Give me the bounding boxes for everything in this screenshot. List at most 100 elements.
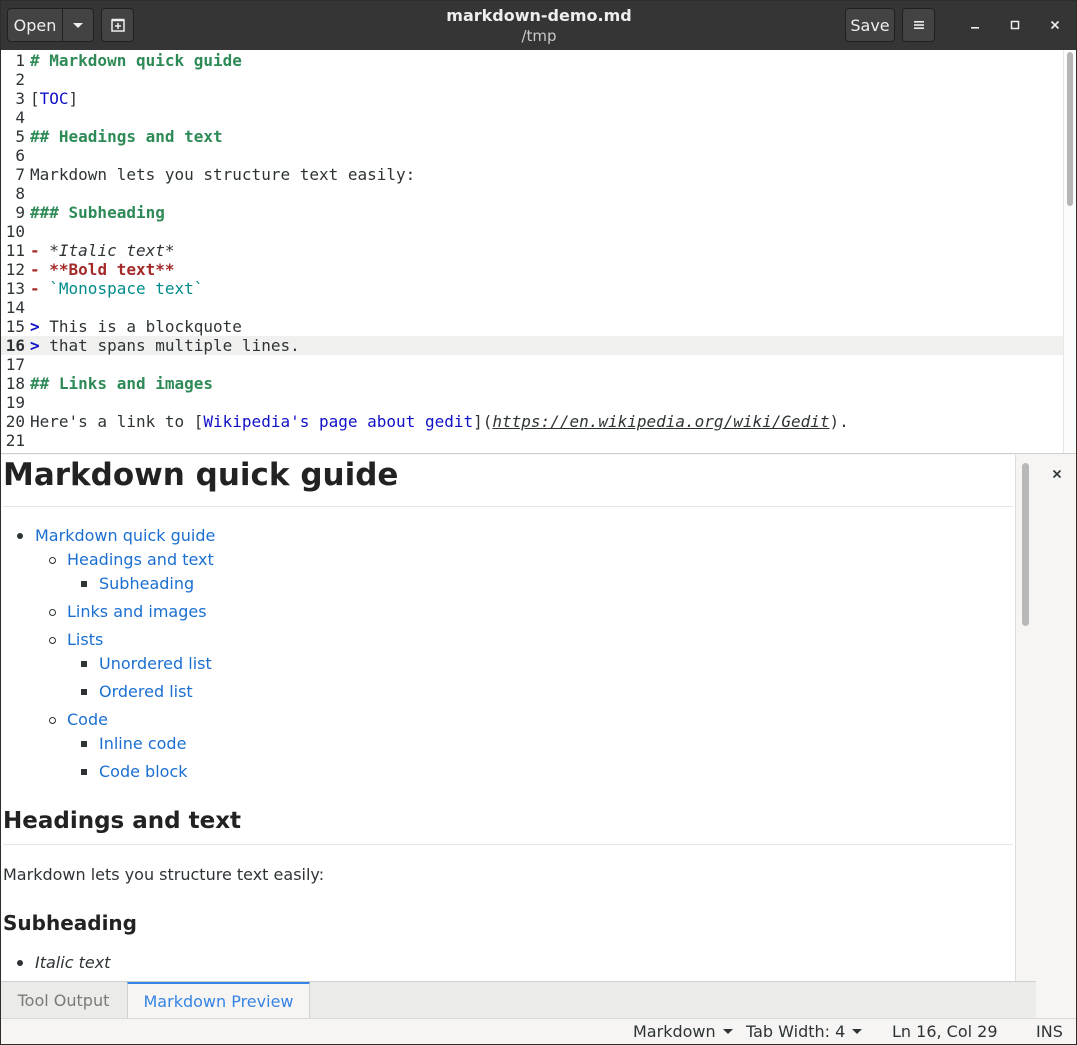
bullet-square-icon: [81, 689, 87, 695]
line-number: 15: [5, 317, 25, 336]
tab-markdown-preview[interactable]: Markdown Preview: [127, 982, 310, 1019]
bullet-circle-icon: [49, 717, 56, 724]
editor-line: 14: [1, 298, 1064, 317]
toc-link-code[interactable]: Code: [67, 710, 108, 729]
insert-mode-indicator[interactable]: INS: [1036, 1022, 1063, 1041]
toc-link-inline-code[interactable]: Inline code: [99, 734, 186, 753]
window-title-area: markdown-demo.md /tmp: [339, 6, 739, 46]
bullet-square-icon: [81, 581, 87, 587]
editor-line: 8: [1, 184, 1064, 203]
chevron-down-icon: [852, 1029, 863, 1034]
toc-link-ordered-list[interactable]: Ordered list: [99, 682, 193, 701]
editor-scrollbar[interactable]: [1063, 50, 1076, 453]
editor-line: 10: [1, 222, 1064, 241]
preview-scrollbar-thumb[interactable]: [1022, 463, 1029, 626]
line-number: 19: [5, 393, 25, 412]
editor-line: 5 ## Headings and text: [1, 127, 1064, 146]
toc-link-headings-and-text[interactable]: Headings and text: [67, 550, 214, 569]
editor-line: 18 ## Links and images: [1, 374, 1064, 393]
toc-link-unordered-list[interactable]: Unordered list: [99, 654, 212, 673]
italic-text: *Italic text*: [39, 241, 175, 260]
editor-line: 13 - `Monospace text`: [1, 279, 1064, 298]
line-text: Here's a link to [Wikipedia's page about…: [30, 412, 849, 431]
editor-line: 15 > This is a blockquote: [1, 317, 1064, 336]
line-number: 12: [5, 260, 25, 279]
editor-line: 7 Markdown lets you structure text easily…: [1, 165, 1064, 184]
save-button[interactable]: Save: [845, 8, 895, 42]
link-url-text: https://en.wikipedia.org/wiki/Gedit: [492, 412, 830, 431]
preview-scrollbar[interactable]: [1015, 455, 1036, 981]
line-number: 11: [5, 241, 25, 260]
open-recent-dropdown-button[interactable]: [63, 9, 93, 41]
minimize-button[interactable]: [963, 13, 987, 37]
bullet-circle-icon: [49, 609, 56, 616]
toc-link-subheading[interactable]: Subheading: [99, 574, 194, 593]
editor-line: 2: [1, 70, 1064, 89]
list-marker: -: [30, 279, 40, 298]
line-text: - `Monospace text`: [30, 279, 203, 298]
header-bar: Open markdown-demo.md /tmp Save: [1, 1, 1076, 51]
preview-heading-1: Markdown quick guide: [3, 457, 399, 493]
language-selector[interactable]: Markdown: [633, 1022, 733, 1041]
blockquote-text: that spans multiple lines.: [39, 336, 300, 355]
editor-line: 3 [TOC]: [1, 89, 1064, 108]
toc-link-lists[interactable]: Lists: [67, 630, 103, 649]
open-button[interactable]: Open: [8, 9, 63, 41]
line-number: 13: [5, 279, 25, 298]
close-icon: [1050, 20, 1060, 30]
cursor-position[interactable]: Ln 16, Col 29: [892, 1022, 998, 1041]
bullet-circle-icon: [49, 637, 56, 644]
line-number: 3: [15, 89, 25, 108]
editor-line: 19: [1, 393, 1064, 412]
line-number: 17: [5, 355, 25, 374]
editor-line-current: 16 > that spans multiple lines.: [1, 336, 1064, 355]
bottom-panel: Markdown quick guide Markdown quick guid…: [1, 453, 1076, 1019]
line-number: 2: [15, 70, 25, 89]
link-prefix-text: Here's a link to [: [30, 412, 204, 431]
menu-button[interactable]: [902, 8, 935, 42]
tab-tool-output[interactable]: Tool Output: [1, 982, 126, 1019]
status-bar: Markdown Tab Width: 4 Ln 16, Col 29 INS: [1, 1018, 1076, 1044]
list-marker: -: [30, 241, 40, 260]
new-document-button[interactable]: [101, 8, 134, 42]
line-text: > This is a blockquote: [30, 317, 242, 336]
close-icon: [1052, 469, 1062, 479]
line-number: 21: [5, 431, 25, 450]
editor-line: 6: [1, 146, 1064, 165]
line-text: - *Italic text*: [30, 241, 175, 260]
bracket-text: [: [30, 89, 40, 108]
line-number: 5: [15, 127, 25, 146]
preview-heading-3: Subheading: [3, 911, 137, 935]
editor-scrollbar-thumb[interactable]: [1067, 52, 1073, 206]
preview-list-item-italic: Italic text: [35, 953, 111, 972]
line-number: 10: [5, 222, 25, 241]
line-number: 16: [5, 336, 25, 355]
line-text: Markdown lets you structure text easily:: [30, 165, 416, 184]
editor-line: 12- **Bold text**: [1, 260, 1064, 279]
toc-link-markdown-quick-guide[interactable]: Markdown quick guide: [35, 526, 215, 545]
maximize-button[interactable]: [1003, 13, 1027, 37]
editor-line: 9 ### Subheading: [1, 203, 1064, 222]
editor-line: 11- *Italic text*: [1, 241, 1064, 260]
line-number: 6: [15, 146, 25, 165]
editor-line: 4: [1, 108, 1064, 127]
close-panel-button[interactable]: [1045, 462, 1069, 486]
text-editor[interactable]: 1 # Markdown quick guide 2 3 [TOC] 4 5 ## H…: [1, 50, 1076, 453]
line-text: ### Subheading: [30, 203, 165, 222]
open-button-group: Open: [7, 8, 94, 42]
window-subtitle: /tmp: [521, 27, 557, 45]
toc-link-links-and-images[interactable]: Links and images: [67, 602, 207, 621]
tab-width-label: Tab Width: 4: [746, 1022, 846, 1041]
toc-link-code-block[interactable]: Code block: [99, 762, 188, 781]
tab-width-selector[interactable]: Tab Width: 4: [746, 1022, 863, 1041]
bracket-text: ]: [68, 89, 79, 108]
chevron-down-icon: [73, 22, 83, 28]
gedit-window: Open markdown-demo.md /tmp Save 1 # Mark…: [0, 0, 1077, 1045]
line-number: 14: [5, 298, 25, 317]
line-number: 18: [5, 374, 25, 393]
link-separator-text: ](: [473, 412, 493, 431]
blockquote-text: This is a blockquote: [39, 317, 242, 336]
close-button[interactable]: [1043, 13, 1067, 37]
bullet-disc-icon: [17, 960, 23, 966]
heading-divider: [3, 844, 1013, 845]
